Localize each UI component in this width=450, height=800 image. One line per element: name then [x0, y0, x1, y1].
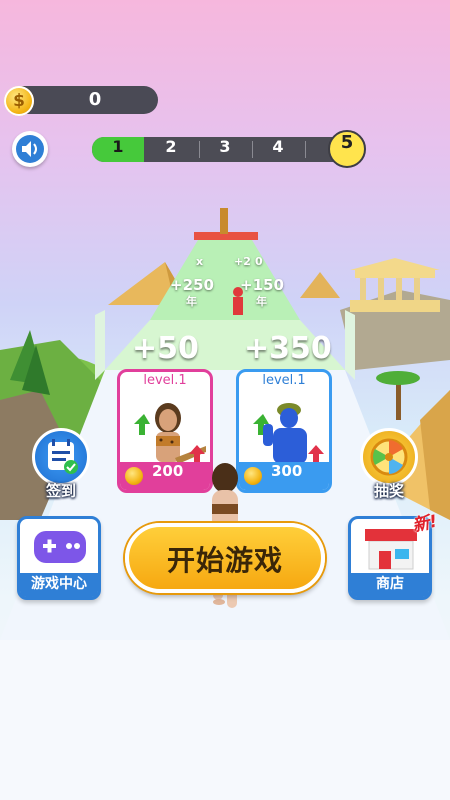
game-scene: +250 年 +150 年 x +2 0 0 1 2 3 4 5 +50 +35… [0, 0, 450, 800]
sign-in-label: 签到 [45, 482, 76, 500]
coin-icon [125, 467, 143, 485]
new-badge: 新! [410, 511, 440, 537]
left-bonus-label: +50 [132, 331, 199, 366]
upgrade-arrow-icon [308, 445, 324, 463]
shop-label: 商店 [351, 573, 429, 597]
coin-balance: 0 [88, 89, 102, 110]
gamepad-icon [34, 531, 86, 563]
level-step-2: 2 [165, 137, 177, 156]
track-mark: +2 [234, 255, 251, 268]
level-step-4: 4 [272, 137, 284, 156]
gate-right-unit: 年 [256, 295, 267, 308]
start-game-label: 开始游戏 [166, 544, 283, 577]
gate-right-value: +150 [240, 276, 284, 294]
lottery-button[interactable] [360, 428, 418, 486]
game-center-button[interactable]: 游戏中心 [17, 516, 101, 600]
game-center-label: 游戏中心 [20, 573, 98, 597]
sign-in-button[interactable] [32, 428, 90, 486]
storefront-icon [365, 529, 417, 570]
prize-wheel-icon [370, 438, 408, 476]
track-mark: x [196, 255, 204, 268]
coin-icon [4, 86, 34, 116]
lottery-label: 抽奖 [373, 482, 404, 500]
gate-left-value: +250 [170, 276, 214, 294]
speaker-icon [16, 135, 44, 163]
level-progress-bar: 1 2 3 4 [92, 137, 350, 162]
card-price: 300 [271, 462, 303, 480]
scenery-background [0, 208, 450, 800]
level-final-badge: 5 [328, 130, 366, 168]
sound-toggle-button[interactable] [12, 131, 48, 167]
gate-left-unit: 年 [186, 295, 197, 308]
start-game-button[interactable]: 开始游戏 [125, 523, 325, 593]
card-price: 200 [152, 462, 184, 480]
track-mark: 0 [255, 255, 263, 268]
calendar-check-icon [48, 439, 78, 474]
level-step-3: 3 [219, 137, 231, 156]
level-step-1: 1 [92, 137, 144, 162]
right-bonus-label: +350 [244, 331, 332, 366]
level-divider [305, 141, 306, 158]
